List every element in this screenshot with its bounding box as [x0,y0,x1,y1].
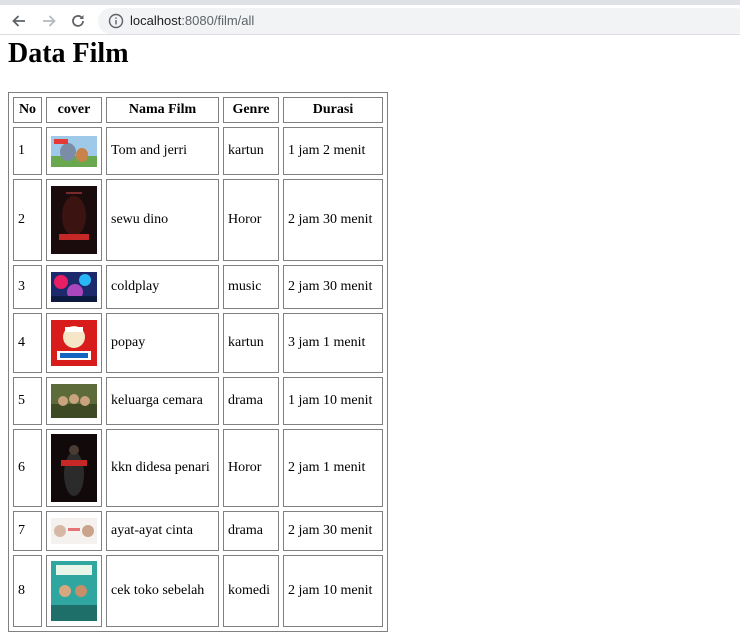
cell-genre: komedi [223,555,279,627]
cell-duration: 1 jam 10 menit [283,377,383,425]
cell-duration: 1 jam 2 menit [283,127,383,175]
cell-name: keluarga cemara [106,377,219,425]
table-row: 4 popay kartun 3 jam 1 menit [13,313,383,373]
cell-name: cek toko sebelah [106,555,219,627]
reload-icon [72,15,84,27]
header-name: Nama Film [106,97,219,123]
header-duration: Durasi [283,97,383,123]
arrow-left-icon [12,15,25,27]
film-table: No cover Nama Film Genre Durasi 1 Tom an… [8,92,388,632]
cell-no: 2 [13,179,42,261]
ayat-ayat-cinta-poster [51,518,97,544]
cell-cover [46,265,102,309]
table-row: 1 Tom and jerri kartun 1 jam 2 menit [13,127,383,175]
address-bar[interactable]: localhost:8080/film/all [98,8,740,34]
cell-no: 3 [13,265,42,309]
table-row: 8 cek toko sebelah komedi 2 jam 10 menit [13,555,383,627]
cell-genre: Horor [223,179,279,261]
cell-cover [46,127,102,175]
cell-genre: Horor [223,429,279,507]
kkn-didesa-penari-poster [51,434,97,502]
popay-poster [51,320,97,366]
table-row: 7 ayat-ayat cinta drama 2 jam 30 menit [13,511,383,551]
cell-genre: drama [223,511,279,551]
keluarga-cemara-poster [51,384,97,418]
cell-duration: 2 jam 1 menit [283,429,383,507]
cell-duration: 2 jam 30 menit [283,179,383,261]
header-genre: Genre [223,97,279,123]
cell-cover [46,179,102,261]
url-path: :8080/film/all [181,13,255,28]
table-header-row: No cover Nama Film Genre Durasi [13,97,383,123]
info-icon[interactable] [108,13,124,29]
arrow-right-icon [43,15,56,27]
cell-no: 1 [13,127,42,175]
cell-name: kkn didesa penari [106,429,219,507]
table-row: 3 coldplay music 2 jam 30 menit [13,265,383,309]
table-row: 2 sewu dino Horor 2 jam 30 menit [13,179,383,261]
cell-name: sewu dino [106,179,219,261]
page-content: Data Film No cover Nama Film Genre Duras… [8,38,388,632]
reload-button[interactable] [67,10,89,32]
forward-button[interactable] [38,10,60,32]
cell-genre: music [223,265,279,309]
cell-cover [46,377,102,425]
cell-no: 6 [13,429,42,507]
url-host: localhost [130,13,182,28]
cell-duration: 3 jam 1 menit [283,313,383,373]
cell-genre: kartun [223,127,279,175]
cell-cover [46,511,102,551]
cell-cover [46,313,102,373]
cell-no: 5 [13,377,42,425]
cell-name: popay [106,313,219,373]
cell-name: coldplay [106,265,219,309]
cell-genre: drama [223,377,279,425]
header-cover: cover [46,97,102,123]
sewu-dino-poster [51,186,97,254]
cell-no: 8 [13,555,42,627]
cell-duration: 2 jam 30 menit [283,265,383,309]
table-row: 5 keluarga cemara drama 1 jam 10 menit [13,377,383,425]
table-row: 6 kkn didesa penari Horor 2 jam 1 menit [13,429,383,507]
url-text[interactable]: localhost:8080/film/all [130,13,254,29]
cek-toko-sebelah-poster [51,561,97,621]
tom-and-jerri-poster [51,135,97,167]
back-button[interactable] [8,10,30,32]
cell-cover [46,555,102,627]
cell-no: 4 [13,313,42,373]
cell-name: ayat-ayat cinta [106,511,219,551]
header-no: No [13,97,42,123]
cell-name: Tom and jerri [106,127,219,175]
page-title: Data Film [8,38,129,69]
cell-cover [46,429,102,507]
cell-no: 7 [13,511,42,551]
cell-genre: kartun [223,313,279,373]
cell-duration: 2 jam 30 menit [283,511,383,551]
coldplay-poster [51,272,97,302]
cell-duration: 2 jam 10 menit [283,555,383,627]
browser-toolbar: localhost:8080/film/all [0,0,740,35]
